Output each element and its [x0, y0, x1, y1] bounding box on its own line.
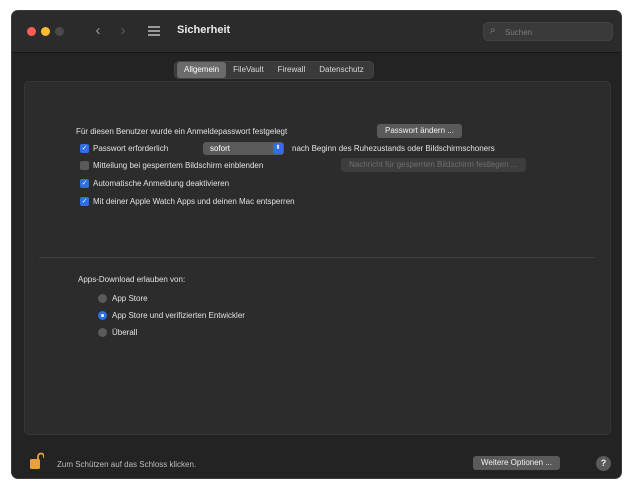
radio-anywhere-label: Überall — [112, 328, 138, 337]
tab-privacy[interactable]: Datenschutz — [312, 62, 370, 78]
search-input[interactable] — [503, 22, 611, 43]
disable-auto-login-checkbox[interactable]: ✓ — [80, 179, 89, 188]
require-password-select[interactable]: sofort ⬍ — [203, 142, 284, 155]
lock-message-checkbox[interactable] — [80, 161, 89, 170]
advanced-options-button[interactable]: Weitere Optionen ... — [473, 456, 560, 470]
lock-message-button[interactable]: Nachricht für gesperrten Bildschirm fest… — [341, 158, 526, 172]
radio-app-store-label: App Store — [112, 294, 148, 303]
radio-anywhere[interactable] — [98, 328, 107, 337]
search-field[interactable]: ⌕ — [483, 22, 613, 43]
minimize-window-button[interactable] — [41, 27, 50, 36]
login-password-text: Für diesen Benutzer wurde ein Anmeldepas… — [76, 127, 288, 136]
tab-bar: Allgemein FileVault Firewall Datenschutz — [175, 62, 373, 78]
lock-open-icon[interactable] — [30, 452, 44, 470]
forward-button[interactable]: › — [115, 22, 131, 40]
lock-message-label: Mitteilung bei gesperrtem Bildschirm ein… — [93, 161, 264, 170]
require-password-checkbox[interactable]: ✓ — [80, 144, 89, 153]
window-title: Sicherheit — [177, 24, 231, 36]
search-icon: ⌕ — [490, 25, 496, 36]
tab-general[interactable]: Allgemein — [177, 62, 227, 78]
downloads-heading: Apps-Download erlauben von: — [78, 275, 186, 284]
tab-firewall[interactable]: Firewall — [271, 62, 313, 78]
require-password-select-value: sofort — [210, 144, 231, 153]
settings-panel: Für diesen Benutzer wurde ein Anmeldepas… — [24, 81, 611, 435]
titlebar: ‹ › Sicherheit ⌕ — [12, 11, 621, 53]
apple-watch-label: Mit deiner Apple Watch Apps und deinen M… — [93, 197, 295, 206]
help-icon[interactable]: ? — [596, 456, 611, 471]
close-window-button[interactable] — [27, 27, 36, 36]
section-divider — [39, 257, 595, 258]
lock-hint-text: Zum Schützen auf das Schloss klicken. — [57, 460, 197, 469]
chevron-updown-icon: ⬍ — [273, 143, 283, 154]
require-password-suffix: nach Beginn des Ruhezustands oder Bildsc… — [292, 144, 495, 153]
disable-auto-login-label: Automatische Anmeldung deaktivieren — [93, 179, 230, 188]
apple-watch-checkbox[interactable]: ✓ — [80, 197, 89, 206]
radio-app-store-verified-label: App Store und verifizierten Entwickler — [112, 311, 245, 320]
preferences-window: ‹ › Sicherheit ⌕ Für diesen Benutzer wur… — [12, 11, 621, 478]
grid-icon[interactable] — [148, 26, 160, 36]
change-password-button[interactable]: Passwort ändern ... — [377, 124, 462, 138]
radio-app-store[interactable] — [98, 294, 107, 303]
radio-app-store-verified[interactable] — [98, 311, 107, 320]
tab-filevault[interactable]: FileVault — [226, 62, 271, 78]
require-password-label: Passwort erforderlich — [93, 144, 169, 153]
zoom-window-button[interactable] — [55, 27, 64, 36]
back-button[interactable]: ‹ — [90, 22, 106, 40]
